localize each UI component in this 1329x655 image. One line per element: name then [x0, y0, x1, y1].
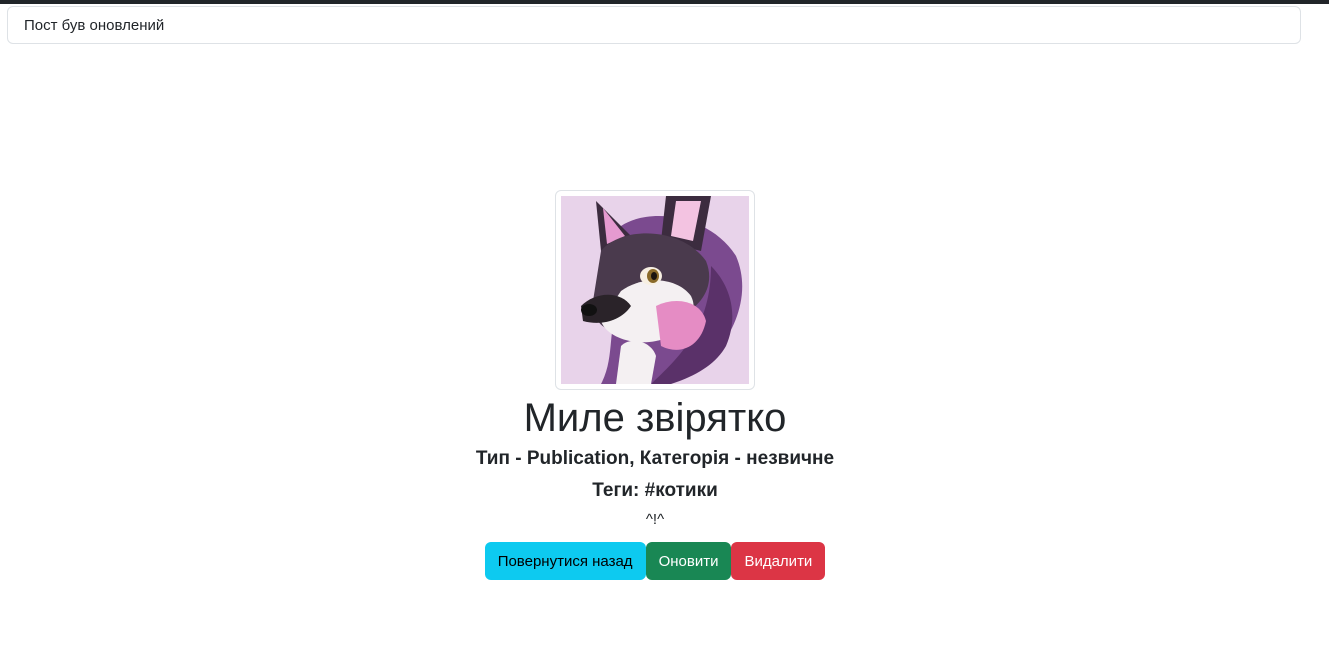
- delete-button[interactable]: Видалити: [731, 542, 826, 580]
- alert-message: Пост був оновлений: [24, 17, 165, 34]
- status-alert: Пост був оновлений: [7, 6, 1301, 44]
- post-actions: Повернутися назад Оновити Видалити: [484, 542, 826, 580]
- update-button[interactable]: Оновити: [645, 542, 732, 580]
- post-title: Миле звірятко: [523, 396, 787, 440]
- post-image-frame: [555, 190, 755, 390]
- post-description: ^!^: [645, 511, 665, 528]
- top-border-bar: [0, 0, 1329, 4]
- back-button[interactable]: Повернутися назад: [484, 542, 646, 580]
- post-tags: Теги: #котики: [592, 480, 718, 501]
- post-image: [561, 196, 749, 384]
- post-card: Миле звірятко Тип - Publication, Категор…: [0, 190, 1310, 580]
- post-type-category: Тип - Publication, Категорія - незвичне: [475, 448, 835, 469]
